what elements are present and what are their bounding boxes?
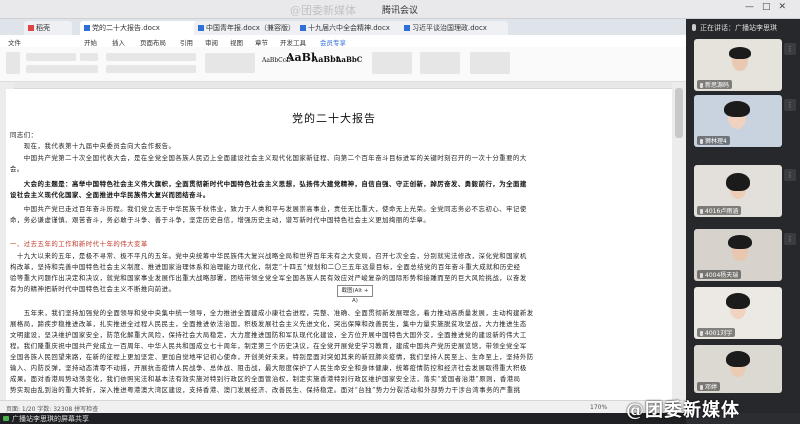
paragraph-history: 中国共产党已走过百年奋斗历程。我们党立志于中华民族千秋伟业，致力于人类和平与发展… bbox=[10, 205, 527, 224]
participant-name: 4004杨天瑞 bbox=[697, 270, 742, 279]
participant-hair bbox=[726, 351, 750, 367]
tab-docer[interactable]: 稻壳 bbox=[24, 21, 72, 35]
font-family-select[interactable] bbox=[26, 53, 76, 61]
menu-view[interactable]: 视图 bbox=[230, 37, 243, 47]
word-doc-icon bbox=[84, 25, 90, 31]
participant-tile-6[interactable]: 邓婷 bbox=[694, 345, 782, 393]
text-tools-group[interactable] bbox=[372, 52, 412, 74]
participant-hair bbox=[726, 293, 750, 309]
more-options-icon[interactable]: ⋮ bbox=[784, 43, 796, 55]
paragraph-group-bottom[interactable] bbox=[106, 65, 196, 73]
participant-tile-1[interactable]: 新思源码 bbox=[694, 39, 782, 91]
document-tabs: 稻壳 党的二十大报告.docx 中国青年报.docx（兼容版） 十九届六中全会精… bbox=[0, 19, 686, 35]
mic-icon bbox=[700, 331, 703, 336]
mic-icon bbox=[700, 273, 703, 278]
participant-hair bbox=[724, 101, 750, 117]
paragraph-theme: 大会的主题是：高举中国特色社会主义伟大旗帜，全面贯彻新时代中国特色社会主义思想，… bbox=[10, 180, 527, 199]
menu-bar: 文件 开始 插入 页面布局 引用 审阅 视图 章节 开发工具 会员专享 bbox=[0, 35, 686, 47]
font-format-group[interactable] bbox=[26, 65, 98, 73]
mic-icon bbox=[700, 385, 703, 390]
menu-home[interactable]: 开始 bbox=[84, 37, 97, 47]
screen-share-icon bbox=[3, 416, 9, 421]
mic-icon bbox=[700, 139, 703, 144]
alignment-group[interactable] bbox=[205, 53, 255, 73]
participant-tile-2[interactable]: 狮林理4 bbox=[694, 95, 782, 147]
shared-screen: 稻壳 党的二十大报告.docx 中国青年报.docx（兼容版） 十九届六中全会精… bbox=[0, 19, 686, 413]
participant-tile-5[interactable]: 4001刘宇 bbox=[694, 287, 782, 339]
paste-button[interactable] bbox=[6, 52, 20, 74]
paragraph-congress: 中国共产党第二十次全国代表大会，是在全党全国各族人民迈上全面建设社会主义现代化国… bbox=[10, 154, 527, 173]
tab-report[interactable]: 党的二十大报告.docx bbox=[80, 21, 198, 35]
word-doc-icon bbox=[300, 25, 306, 31]
participant-name: 狮林理4 bbox=[697, 136, 730, 145]
participant-hair bbox=[726, 173, 750, 191]
bottom-watermark: @团委新媒体 bbox=[626, 400, 740, 421]
participant-name: 4001刘宇 bbox=[697, 328, 736, 337]
participant-tile-3[interactable]: 4016卢雨涵 bbox=[694, 165, 782, 217]
participant-name: 新思源码 bbox=[697, 80, 733, 89]
tab-youth-daily[interactable]: 中国青年报.docx（兼容版） bbox=[194, 21, 300, 35]
menu-layout[interactable]: 页面布局 bbox=[140, 37, 166, 47]
menu-file[interactable]: 文件 bbox=[8, 37, 21, 47]
docer-icon bbox=[28, 25, 34, 31]
style-heading1[interactable]: AaBl bbox=[286, 51, 315, 64]
document-page[interactable]: 党的二十大报告 同志们： 现在，我代表第十九届中央委员会向大会作报告。 中国共产… bbox=[6, 89, 672, 400]
menu-developer[interactable]: 开发工具 bbox=[280, 37, 306, 47]
menu-insert[interactable]: 插入 bbox=[112, 37, 125, 47]
paragraph-group-top[interactable] bbox=[106, 53, 196, 61]
paragraph-intro: 现在，我代表第十九届中央委员会向大会作报告。 bbox=[10, 142, 176, 150]
font-size-select[interactable] bbox=[80, 53, 98, 61]
mic-icon bbox=[700, 209, 703, 214]
word-doc-icon bbox=[404, 25, 410, 31]
scroll-thumb[interactable] bbox=[675, 88, 683, 138]
find-replace-group[interactable] bbox=[420, 52, 460, 74]
status-left: 页面: 1/20 字数: 32308 拼写检查 bbox=[6, 406, 99, 413]
window-titlebar: @团委新媒体 腾讯会议 —□✕ bbox=[0, 0, 800, 19]
screen-share-bar: 广播站李思琪的屏幕共享 bbox=[0, 413, 686, 424]
select-group[interactable] bbox=[470, 52, 510, 74]
horizontal-ruler bbox=[14, 82, 672, 89]
more-options-icon[interactable]: ⋮ bbox=[784, 233, 796, 245]
mic-icon bbox=[700, 83, 703, 88]
window-title: 腾讯会议 bbox=[381, 6, 418, 16]
more-options-icon[interactable]: ⋮ bbox=[784, 99, 796, 111]
microphone-icon bbox=[692, 24, 696, 31]
screen-share-label: 广播站李思琪的屏幕共享 bbox=[12, 415, 89, 423]
document-title: 党的二十大报告 bbox=[292, 112, 376, 125]
menu-reference[interactable]: 引用 bbox=[180, 37, 193, 47]
style-heading3[interactable]: AaBbC bbox=[336, 55, 362, 64]
participant-tile-4[interactable]: 4004杨天瑞 bbox=[694, 229, 782, 281]
vertical-scrollbar[interactable] bbox=[672, 82, 686, 400]
participant-name: 邓婷 bbox=[697, 382, 721, 391]
participant-name: 4016卢雨涵 bbox=[697, 206, 742, 215]
paragraph-achievements: 五年来，我们坚持加强党的全面领导和党中央集中统一领导，全力推进全面建成小康社会进… bbox=[10, 309, 534, 394]
tab-plenary[interactable]: 十九届六中全会精神.docx bbox=[296, 21, 404, 35]
word-doc-icon bbox=[198, 25, 204, 31]
ribbon-toolbar: AaBbCcD AaBl AaBbt AaBbC bbox=[0, 47, 686, 82]
window-controls[interactable]: —□✕ bbox=[745, 2, 794, 12]
section-heading: 一、过去五年的工作和新时代十年的伟大变革 bbox=[10, 240, 148, 248]
screenshot-tooltip: 截图(Alt + A) bbox=[337, 285, 373, 304]
zoom-level[interactable]: 170% bbox=[590, 404, 607, 411]
participant-hair bbox=[728, 235, 752, 249]
status-bar: 页面: 1/20 字数: 32308 拼写检查 170% bbox=[0, 400, 686, 413]
menu-chapter[interactable]: 章节 bbox=[255, 37, 268, 47]
participant-panel: 正在讲话：广播站李思琪 新思源码 狮林理4 4016卢雨涵 4004杨天瑞 40… bbox=[686, 19, 800, 413]
more-options-icon[interactable]: ⋮ bbox=[784, 169, 796, 181]
paragraph-salutation: 同志们： bbox=[10, 131, 38, 139]
menu-review[interactable]: 审阅 bbox=[205, 37, 218, 47]
speaking-indicator: 正在讲话：广播站李思琪 bbox=[690, 21, 796, 35]
tab-governance[interactable]: 习近平谈治国理政.docx bbox=[400, 21, 508, 35]
menu-member[interactable]: 会员专享 bbox=[320, 37, 346, 47]
participant-hair bbox=[729, 47, 751, 59]
